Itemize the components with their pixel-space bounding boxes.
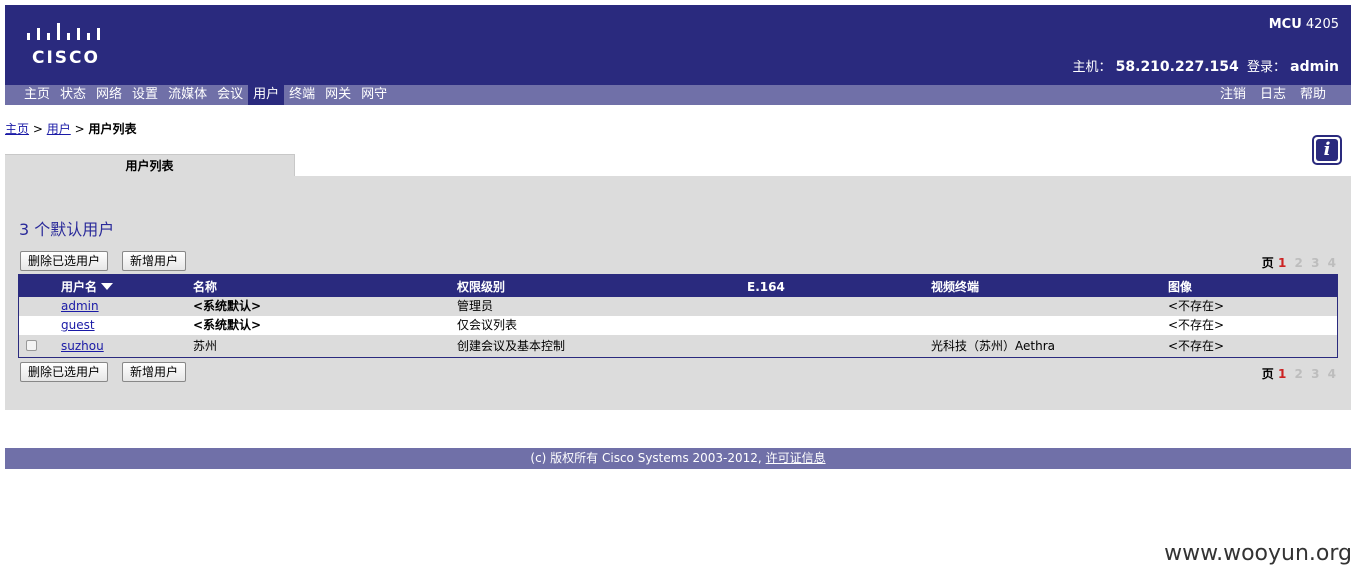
nav-item-network[interactable]: 网络: [91, 85, 127, 105]
login-label: 登录：: [1247, 60, 1287, 75]
username-link[interactable]: admin: [61, 297, 99, 316]
nav-left: 主页 状态 网络 设置 流媒体 会议 用户 终端 网关 网守: [19, 85, 392, 105]
pager-page-link[interactable]: 2: [1295, 256, 1303, 270]
column-header-username-label: 用户名: [61, 280, 98, 294]
license-link[interactable]: 许可证信息: [766, 451, 826, 465]
watermark: www.wooyun.org: [1164, 541, 1352, 566]
nav-item-conferences[interactable]: 会议: [212, 85, 248, 105]
cisco-bars-icon: [27, 23, 100, 40]
delete-selected-users-button-top[interactable]: 删除已选用户: [20, 251, 109, 271]
breadcrumb-current: 用户列表: [88, 122, 137, 136]
cisco-wordmark: CISCO: [32, 48, 100, 68]
nav-item-help[interactable]: 帮助: [1293, 85, 1333, 105]
video-endpoint-cell: 光科技（苏州）Aethra: [931, 339, 1055, 353]
pager-page-link[interactable]: 4: [1328, 256, 1336, 270]
pager-current-page: 1: [1278, 367, 1287, 381]
pager-page-link[interactable]: 2: [1295, 367, 1303, 381]
image-cell: <不存在>: [1168, 318, 1225, 332]
nav-item-streaming[interactable]: 流媒体: [163, 85, 212, 105]
column-header-level[interactable]: 权限级别: [457, 275, 505, 299]
nav-item-gateways[interactable]: 网关: [320, 85, 356, 105]
row-select-checkbox[interactable]: [26, 340, 37, 351]
pager-label: 页: [1261, 367, 1274, 381]
table-header-row: 用户名 名称 权限级别 E.164 视频终端 图像: [19, 275, 1337, 297]
table-row: admin <系统默认> 管理员 <不存在>: [19, 297, 1337, 316]
section-title: 3 个默认用户: [19, 220, 115, 239]
table-row: suzhou 苏州 创建会议及基本控制 光科技（苏州）Aethra <不存在>: [19, 335, 1337, 357]
column-header-image[interactable]: 图像: [1168, 275, 1192, 299]
login-value: admin: [1290, 59, 1339, 75]
host-info: 主机： 58.210.227.154 登录： admin: [1072, 56, 1339, 75]
column-header-video-endpoint[interactable]: 视频终端: [931, 275, 979, 299]
name-cell: <系统默认>: [193, 299, 262, 313]
tab-user-list[interactable]: 用户列表: [5, 154, 295, 176]
column-header-e164[interactable]: E.164: [747, 275, 785, 299]
nav-right: 注销 日志 帮助: [1213, 85, 1333, 105]
pager-top: 页 1 2 3 4: [1262, 254, 1336, 271]
pager-page-link[interactable]: 3: [1311, 256, 1319, 270]
footer: (c) 版权所有 Cisco Systems 2003-2012, 许可证信息: [5, 448, 1351, 469]
sort-down-icon: [101, 283, 114, 290]
product-label: MCU 4205: [1269, 17, 1339, 32]
pager-current-page: 1: [1278, 256, 1287, 270]
user-table: 用户名 名称 权限级别 E.164 视频终端 图像 admin <系统默认> 管…: [18, 274, 1338, 358]
nav-item-logout[interactable]: 注销: [1213, 85, 1253, 105]
nav-item-users[interactable]: 用户: [248, 85, 285, 105]
info-glyph: i: [1316, 139, 1338, 161]
username-link[interactable]: guest: [61, 316, 95, 335]
image-cell: <不存在>: [1168, 299, 1225, 313]
column-header-name[interactable]: 名称: [193, 275, 217, 299]
nav-item-log[interactable]: 日志: [1253, 85, 1293, 105]
breadcrumb-separator: >: [74, 122, 85, 136]
copyright-text: (c) 版权所有 Cisco Systems 2003-2012,: [530, 451, 762, 465]
column-header-username[interactable]: 用户名: [61, 275, 114, 299]
pager-page-link[interactable]: 4: [1328, 367, 1336, 381]
username-link[interactable]: suzhou: [61, 335, 104, 357]
main-nav: 主页 状态 网络 设置 流媒体 会议 用户 终端 网关 网守 注销 日志 帮助: [5, 85, 1351, 105]
tab-user-list-label: 用户列表: [125, 159, 174, 173]
breadcrumb-home-link[interactable]: 主页: [5, 122, 29, 136]
user-list-panel: 3 个默认用户 删除已选用户 新增用户 页 1 2 3 4 用户名 名称 权限级…: [5, 176, 1351, 410]
product-name: MCU: [1268, 17, 1302, 32]
delete-selected-users-button-bottom[interactable]: 删除已选用户: [20, 362, 109, 382]
breadcrumb: 主页 > 用户 > 用户列表: [5, 120, 136, 137]
header: CISCO MCU 4205 主机： 58.210.227.154 登录： ad…: [5, 5, 1351, 85]
image-cell: <不存在>: [1168, 339, 1225, 353]
table-row: guest <系统默认> 仅会议列表 <不存在>: [19, 316, 1337, 335]
nav-item-endpoints[interactable]: 终端: [284, 85, 320, 105]
nav-item-status[interactable]: 状态: [55, 85, 91, 105]
breadcrumb-separator: >: [32, 122, 43, 136]
pager-bottom: 页 1 2 3 4: [1262, 365, 1336, 382]
name-cell: 苏州: [193, 339, 218, 353]
level-cell: 管理员: [457, 299, 494, 313]
level-cell: 创建会议及基本控制: [457, 339, 566, 353]
add-user-button-top[interactable]: 新增用户: [122, 251, 187, 271]
host-label: 主机：: [1072, 60, 1112, 75]
nav-item-settings[interactable]: 设置: [127, 85, 163, 105]
breadcrumb-users-link[interactable]: 用户: [47, 122, 71, 136]
pager-page-link[interactable]: 3: [1311, 367, 1319, 381]
cisco-logo: CISCO: [25, 23, 105, 69]
host-value: 58.210.227.154: [1115, 59, 1239, 75]
product-model: 4205: [1305, 17, 1339, 32]
pager-label: 页: [1261, 256, 1274, 270]
info-icon[interactable]: i: [1312, 135, 1342, 165]
add-user-button-bottom[interactable]: 新增用户: [122, 362, 187, 382]
level-cell: 仅会议列表: [457, 318, 518, 332]
name-cell: <系统默认>: [193, 318, 262, 332]
nav-item-gatekeeper[interactable]: 网守: [356, 85, 392, 105]
nav-item-home[interactable]: 主页: [19, 85, 55, 105]
